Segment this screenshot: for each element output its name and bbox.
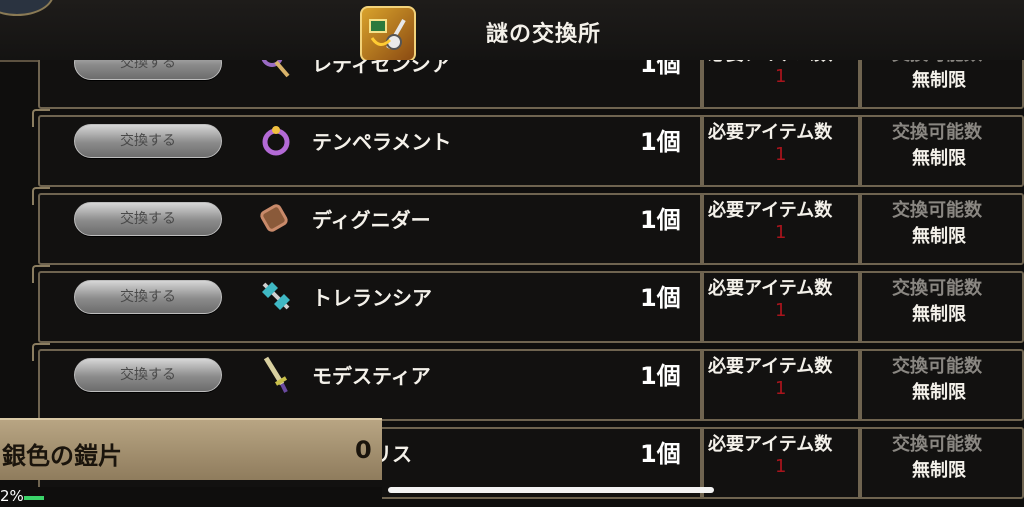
exchangeable-count-value: 無制限 xyxy=(912,304,966,325)
column-divider xyxy=(858,427,862,499)
item-name: ディグニダー xyxy=(312,208,431,232)
item-name: レティセンシア xyxy=(312,60,451,76)
column-divider xyxy=(858,193,862,265)
exchangeable-count-label: 交換可能数 xyxy=(892,356,982,377)
exchange-button[interactable]: 交換する xyxy=(74,358,222,392)
staff-icon xyxy=(256,60,296,82)
header-bar: 謎の交換所 xyxy=(0,0,1024,62)
required-items-value: 1 xyxy=(775,222,787,243)
exchangeable-count-label: 交換可能数 xyxy=(892,200,982,221)
column-divider xyxy=(700,349,704,421)
item-quantity: 1個 xyxy=(640,440,681,468)
sword-icon xyxy=(256,354,296,394)
item-quantity: 1個 xyxy=(640,60,681,78)
exchange-row: 交換する ディグニダー 1個 必要アイテム数 1 交換可能数 無制限 xyxy=(0,187,1024,268)
item-quantity: 1個 xyxy=(640,128,681,156)
required-items-label: 必要アイテム数 xyxy=(708,122,833,143)
required-items-label: 必要アイテム数 xyxy=(708,60,832,66)
item-name: モデスティア xyxy=(312,364,431,388)
required-items-value: 1 xyxy=(775,66,787,87)
exchange-row: 交換する テンペラメント 1個 必要アイテム数 1 交換可能数 無制限 xyxy=(0,109,1024,190)
exchangeable-count-value: 無制限 xyxy=(912,226,966,247)
corner-ornament xyxy=(0,0,54,16)
exchangeable-count-value: 無制限 xyxy=(912,70,966,91)
column-divider xyxy=(858,349,862,421)
item-name: トレランシア xyxy=(312,286,432,310)
item-name: テンペラメント xyxy=(312,130,452,154)
required-items-value: 1 xyxy=(775,456,787,477)
currency-count: 0 xyxy=(355,436,372,464)
column-divider xyxy=(700,271,704,343)
currency-panel: 銀色の鎧片 0 xyxy=(0,418,382,480)
required-items-value: 1 xyxy=(775,300,787,321)
exchangeable-count-value: 無制限 xyxy=(912,148,966,169)
required-items-label: 必要アイテム数 xyxy=(708,356,833,377)
exchange-button[interactable]: 交換する xyxy=(74,280,222,314)
exchange-row: 交換する トレランシア 1個 必要アイテム数 1 交換可能数 無制限 xyxy=(0,265,1024,346)
exchange-button[interactable]: 交換する xyxy=(74,202,222,236)
page-title: 謎の交換所 xyxy=(486,22,602,47)
column-divider xyxy=(858,115,862,187)
required-items-label: 必要アイテム数 xyxy=(708,434,833,455)
exchange-button[interactable]: 交換する xyxy=(74,60,222,80)
item-quantity: 1個 xyxy=(640,362,681,390)
item-quantity: 1個 xyxy=(640,206,681,234)
currency-name: 銀色の鎧片 xyxy=(2,442,122,470)
exchangeable-count-label: 交換可能数 xyxy=(892,434,982,455)
required-items-value: 1 xyxy=(775,378,787,399)
gauntlet-icon xyxy=(256,198,296,238)
exchange-button[interactable]: 交換する xyxy=(74,124,222,158)
progress-bar xyxy=(24,496,44,500)
required-items-label: 必要アイテム数 xyxy=(708,278,833,299)
column-divider xyxy=(858,271,862,343)
column-divider xyxy=(700,193,704,265)
column-divider xyxy=(700,115,704,187)
exchangeable-count-label: 交換可能数 xyxy=(892,122,982,143)
ring-icon xyxy=(256,120,296,160)
exchangeable-count-value: 無制限 xyxy=(912,460,966,481)
exchangeable-count-label: 交換可能数 xyxy=(892,278,982,299)
exchange-shop-icon xyxy=(360,6,416,62)
progress-indicator: 2% xyxy=(0,487,382,507)
exchangeable-count-value: 無制限 xyxy=(912,382,966,403)
home-indicator[interactable] xyxy=(388,487,714,493)
required-items-value: 1 xyxy=(775,144,787,165)
required-items-label: 必要アイテム数 xyxy=(708,200,833,221)
axe-icon xyxy=(256,276,296,316)
column-divider xyxy=(858,60,862,109)
exchange-row: 交換する モデスティア 1個 必要アイテム数 1 交換可能数 無制限 xyxy=(0,343,1024,424)
exchange-row: 交換する レティセンシア 1個 必要アイテム数 1 交換可能数 無制限 xyxy=(0,60,1024,112)
progress-text: 2% xyxy=(0,487,24,505)
item-quantity: 1個 xyxy=(640,284,681,312)
column-divider xyxy=(700,60,704,109)
